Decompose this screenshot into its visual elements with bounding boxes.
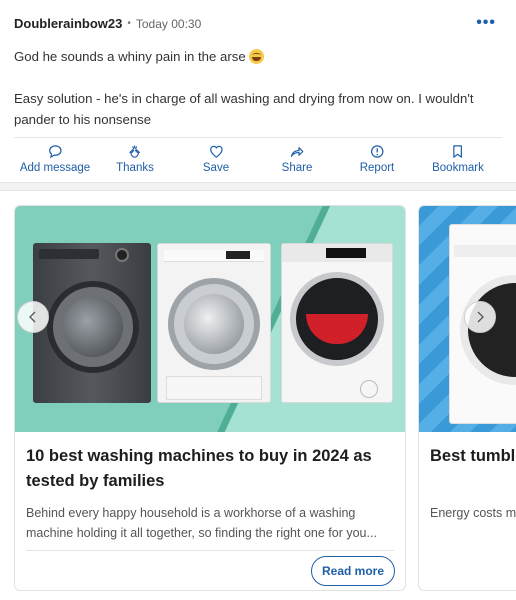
- share-arrow-icon: [290, 147, 304, 157]
- article-carousel: 10 best washing machines to buy in 2024 …: [0, 190, 516, 600]
- washing-machine-white-image: [157, 243, 271, 403]
- action-label: Save: [202, 162, 230, 174]
- action-label: Add message: [19, 162, 91, 174]
- article-image: [15, 206, 405, 432]
- post-body: God he sounds a whiny pain in the arse E…: [14, 46, 494, 151]
- chevron-right-icon: [477, 311, 484, 323]
- share-button[interactable]: Share: [281, 144, 313, 174]
- card-divider: [26, 550, 394, 551]
- post-paragraph: God he sounds a whiny pain in the arse: [14, 46, 494, 67]
- article-card[interactable]: 10 best washing machines to buy in 2024 …: [14, 205, 406, 591]
- carousel-prev-button[interactable]: [17, 301, 49, 333]
- article-description: Behind every happy household is a workho…: [26, 506, 377, 540]
- article-card[interactable]: Best tumbl condenser Energy costs m rema…: [418, 205, 516, 591]
- post-time: Today 00:30: [135, 16, 202, 31]
- washing-machine-dark-image: [33, 243, 151, 403]
- bookmark-button[interactable]: Bookmark: [432, 144, 484, 174]
- action-label: Thanks: [116, 162, 154, 174]
- bookmark-icon: [453, 145, 463, 158]
- thanks-button[interactable]: Thanks: [116, 144, 154, 174]
- thanks-hands-icon: [129, 145, 141, 158]
- action-label: Report: [359, 162, 395, 174]
- action-label: Share: [281, 162, 313, 174]
- action-label: Bookmark: [432, 162, 484, 174]
- post-card: Doublerainbow23 • Today 00:30 ••• God he…: [0, 0, 516, 183]
- post-header: Doublerainbow23 • Today 00:30: [14, 16, 201, 31]
- heart-icon: [209, 145, 223, 158]
- header-separator: •: [127, 18, 131, 29]
- washing-machine-red-load-image: [281, 243, 393, 403]
- article-description: Energy costs m remain the mo: [430, 506, 516, 520]
- chevron-left-icon: [29, 311, 36, 323]
- article-title[interactable]: 10 best washing machines to buy in 2024 …: [26, 444, 386, 494]
- post-paragraph: Easy solution - he's in charge of all wa…: [14, 91, 474, 127]
- post-actions: Add message Thanks Save Share Report Boo…: [0, 144, 516, 180]
- article-title[interactable]: Best tumbl condenser: [430, 444, 516, 469]
- laughing-emoji-icon: [249, 49, 265, 64]
- report-button[interactable]: Report: [359, 144, 395, 174]
- carousel-next-button[interactable]: [464, 301, 496, 333]
- post-divider: [14, 137, 502, 138]
- post-paragraph-text: God he sounds a whiny pain in the arse: [14, 49, 246, 64]
- alert-circle-icon: [370, 145, 384, 158]
- add-message-button[interactable]: Add message: [20, 144, 90, 174]
- save-button[interactable]: Save: [203, 144, 229, 174]
- more-options-icon[interactable]: •••: [476, 14, 496, 32]
- read-more-button[interactable]: Read more: [311, 556, 395, 586]
- speech-bubble-icon: [48, 145, 62, 159]
- post-author[interactable]: Doublerainbow23: [14, 16, 122, 31]
